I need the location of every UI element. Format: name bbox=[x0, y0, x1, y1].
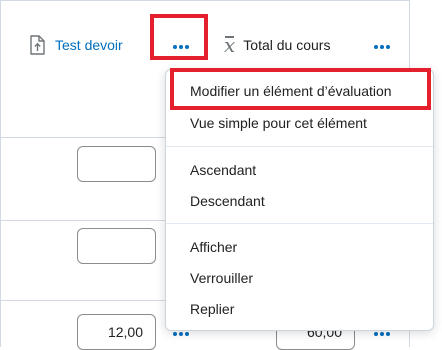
menu-item-afficher[interactable]: Afficher bbox=[190, 237, 237, 257]
grade-input[interactable] bbox=[77, 228, 156, 264]
ellipsis-icon bbox=[373, 36, 391, 54]
grade-input[interactable] bbox=[77, 146, 156, 182]
menu-item-ascendant[interactable]: Ascendant bbox=[190, 160, 256, 180]
grid-line bbox=[0, 0, 410, 1]
test-devoir-more-actions-button[interactable] bbox=[167, 33, 195, 57]
total-more-actions-button[interactable] bbox=[368, 33, 396, 57]
menu-item-descendant[interactable]: Descendant bbox=[190, 191, 265, 211]
grade-input[interactable]: 12,00 bbox=[77, 314, 156, 350]
grid-line bbox=[0, 0, 1, 347]
column-header-label[interactable]: Test devoir bbox=[55, 37, 123, 53]
highlight-annotation bbox=[170, 68, 431, 110]
menu-separator bbox=[166, 223, 433, 224]
menu-separator bbox=[166, 146, 433, 147]
upload-document-icon bbox=[29, 35, 45, 55]
ellipsis-icon bbox=[172, 36, 190, 54]
menu-item-verrouiller[interactable]: Verrouiller bbox=[190, 268, 253, 288]
menu-item-vue-simple[interactable]: Vue simple pour cet élément bbox=[190, 113, 367, 133]
column-header-test-devoir[interactable]: Test devoir bbox=[29, 33, 123, 57]
menu-item-replier[interactable]: Replier bbox=[190, 299, 234, 319]
column-header-total-du-cours[interactable]: x Total du cours bbox=[224, 33, 330, 57]
x-bar-mean-icon: x bbox=[224, 33, 236, 57]
column-header-label: Total du cours bbox=[243, 37, 331, 53]
